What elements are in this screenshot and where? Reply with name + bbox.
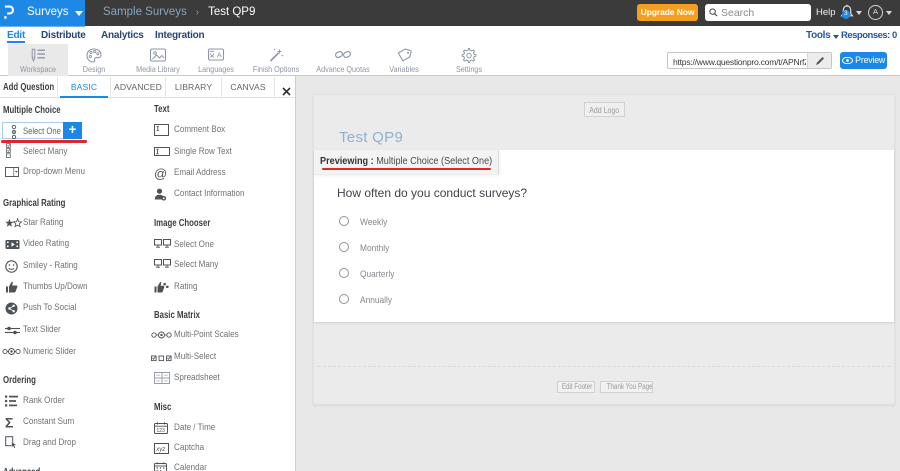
svg-text:A: A <box>217 51 222 60</box>
svg-text:xyz: xyz <box>155 447 165 453</box>
svg-text:@: @ <box>154 167 167 180</box>
svg-text:Σ: Σ <box>5 416 13 429</box>
svg-text:123: 123 <box>157 427 166 433</box>
